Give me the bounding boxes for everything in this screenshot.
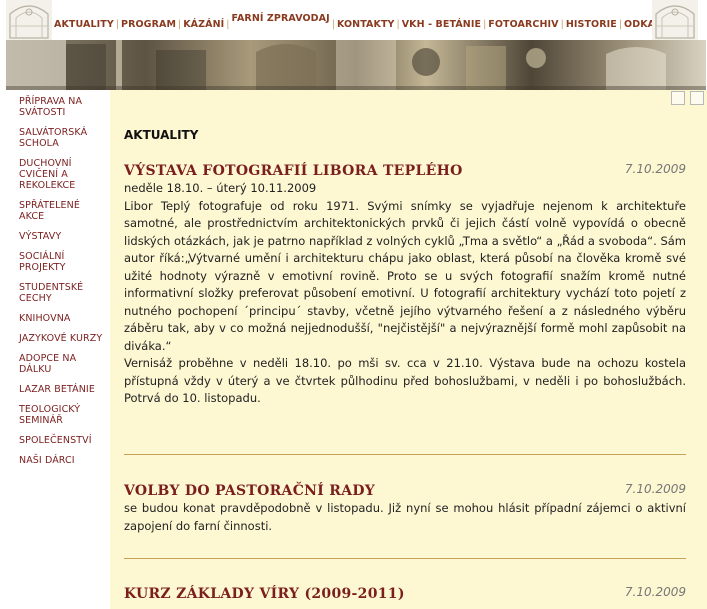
article-divider bbox=[124, 558, 686, 559]
nav-separator: | bbox=[483, 19, 487, 30]
nav-farni-zpravodaj[interactable]: FARNÍ ZPRAVODAJ bbox=[231, 13, 329, 24]
article-date: 7.10.2009 bbox=[624, 162, 686, 176]
nav-historie[interactable]: HISTORIE bbox=[566, 19, 617, 30]
sidebar-item-salvatorska-schola[interactable]: SALVÁTORSKÁ SCHOLA bbox=[19, 127, 104, 149]
nav-fotoarchiv[interactable]: FOTOARCHIV bbox=[488, 19, 558, 30]
sidebar-item-adopce-na-dalku[interactable]: ADOPCE NA DÁLKU bbox=[19, 353, 104, 375]
page-title: AKTUALITY bbox=[124, 128, 199, 142]
nav-separator: | bbox=[115, 19, 120, 30]
article-divider bbox=[124, 454, 686, 455]
article-paragraph: neděle 18.10. – úterý 10.11.2009 bbox=[124, 181, 317, 195]
right-ornament-icon bbox=[652, 0, 698, 40]
sidebar-menu: PŘÍPRAVA NA SVÁTOSTI SALVÁTORSKÁ SCHOLA … bbox=[6, 90, 109, 466]
article: VÝSTAVA FOTOGRAFIÍ LIBORA TEPLÉHO 7.10.2… bbox=[124, 160, 686, 408]
nav-aktuality[interactable]: AKTUALITY bbox=[54, 19, 114, 30]
sidebar-item-vystavy[interactable]: VÝSTAVY bbox=[19, 231, 104, 242]
sidebar-item-spolecenstvi[interactable]: SPOLEČENSTVÍ bbox=[19, 435, 104, 446]
article-header: VOLBY DO PASTORAČNÍ RADY 7.10.2009 bbox=[124, 480, 686, 500]
article-date: 7.10.2009 bbox=[624, 482, 686, 496]
article-paragraph: Libor Teplý fotografuje od roku 1971. Sv… bbox=[124, 198, 686, 353]
sidebar-item-teologicky-seminar[interactable]: TEOLOGICKÝ SEMINÁŘ bbox=[19, 404, 104, 426]
article-title[interactable]: VÝSTAVA FOTOGRAFIÍ LIBORA TEPLÉHO bbox=[124, 163, 463, 179]
article-header: VÝSTAVA FOTOGRAFIÍ LIBORA TEPLÉHO 7.10.2… bbox=[124, 160, 686, 180]
sidebar-item-lazar-betanie[interactable]: LAZAR BETÁNIE bbox=[19, 384, 104, 395]
nav-separator: | bbox=[226, 19, 230, 30]
nav-kontakty[interactable]: KONTAKTY bbox=[337, 19, 395, 30]
main-content: AKTUALITY VÝSTAVA FOTOGRAFIÍ LIBORA TEPL… bbox=[110, 90, 707, 609]
sidebar-item-knihovna[interactable]: KNIHOVNA bbox=[19, 313, 104, 324]
sidebar-item-studentske-cechy[interactable]: STUDENTSKÉ CECHY bbox=[19, 282, 104, 304]
top-navigation: AKTUALITY | PROGRAM | KÁZÁNÍ |FARNÍ ZPRAVODAJ… bbox=[0, 0, 707, 40]
left-ornament-icon bbox=[6, 0, 52, 40]
sidebar-item-duchovni-cviceni[interactable]: DUCHOVNÍ CVIČENÍ A REKOLEKCE bbox=[19, 158, 104, 191]
nav-kazani[interactable]: KÁZÁNÍ bbox=[183, 19, 224, 30]
article-paragraph: se budou konat pravděpodobně v listopadu… bbox=[124, 501, 686, 533]
article-paragraph: Vernisáž proběhne v neděli 18.10. po mši… bbox=[124, 356, 686, 405]
article: VOLBY DO PASTORAČNÍ RADY 7.10.2009 se bu… bbox=[124, 480, 686, 535]
main-menu: AKTUALITY | PROGRAM | KÁZÁNÍ |FARNÍ ZPRAVODAJ… bbox=[54, 13, 669, 30]
nav-separator: | bbox=[178, 19, 182, 30]
header-banner-image bbox=[6, 40, 706, 90]
article-date: 7.10.2009 bbox=[624, 585, 686, 599]
article-body: se budou konat pravděpodobně v listopadu… bbox=[124, 500, 686, 535]
nav-vkh-betanie[interactable]: VKH - BETÁNIE bbox=[402, 19, 481, 30]
article-title[interactable]: VOLBY DO PASTORAČNÍ RADY bbox=[124, 483, 375, 499]
sidebar-item-socialni-projekty[interactable]: SOCIÁLNÍ PROJEKTY bbox=[19, 251, 104, 273]
nav-separator: | bbox=[560, 19, 564, 30]
corner-button-left[interactable] bbox=[671, 91, 685, 105]
nav-separator: | bbox=[396, 19, 400, 30]
article-header: KURZ ZÁKLADY VÍRY (2009-2011) 7.10.2009 bbox=[124, 583, 686, 603]
article: KURZ ZÁKLADY VÍRY (2009-2011) 7.10.2009 bbox=[124, 583, 686, 603]
sidebar-item-nasi-darci[interactable]: NAŠI DÁRCI bbox=[19, 455, 104, 466]
article-title[interactable]: KURZ ZÁKLADY VÍRY (2009-2011) bbox=[124, 586, 405, 602]
corner-button-right[interactable] bbox=[690, 91, 704, 105]
nav-separator: | bbox=[618, 19, 623, 30]
left-sidebar: PŘÍPRAVA NA SVÁTOSTI SALVÁTORSKÁ SCHOLA … bbox=[6, 90, 109, 609]
article-body: neděle 18.10. – úterý 10.11.2009 Libor T… bbox=[124, 180, 686, 408]
nav-program[interactable]: PROGRAM bbox=[121, 19, 176, 30]
sidebar-item-priprava-na-svatosti[interactable]: PŘÍPRAVA NA SVÁTOSTI bbox=[19, 96, 104, 118]
sidebar-item-jazykove-kurzy[interactable]: JAZYKOVÉ KURZY bbox=[19, 333, 104, 344]
nav-separator: | bbox=[331, 19, 335, 30]
sidebar-item-spratelene-akce[interactable]: SPŘÁTELENÉ AKCE bbox=[19, 200, 104, 222]
